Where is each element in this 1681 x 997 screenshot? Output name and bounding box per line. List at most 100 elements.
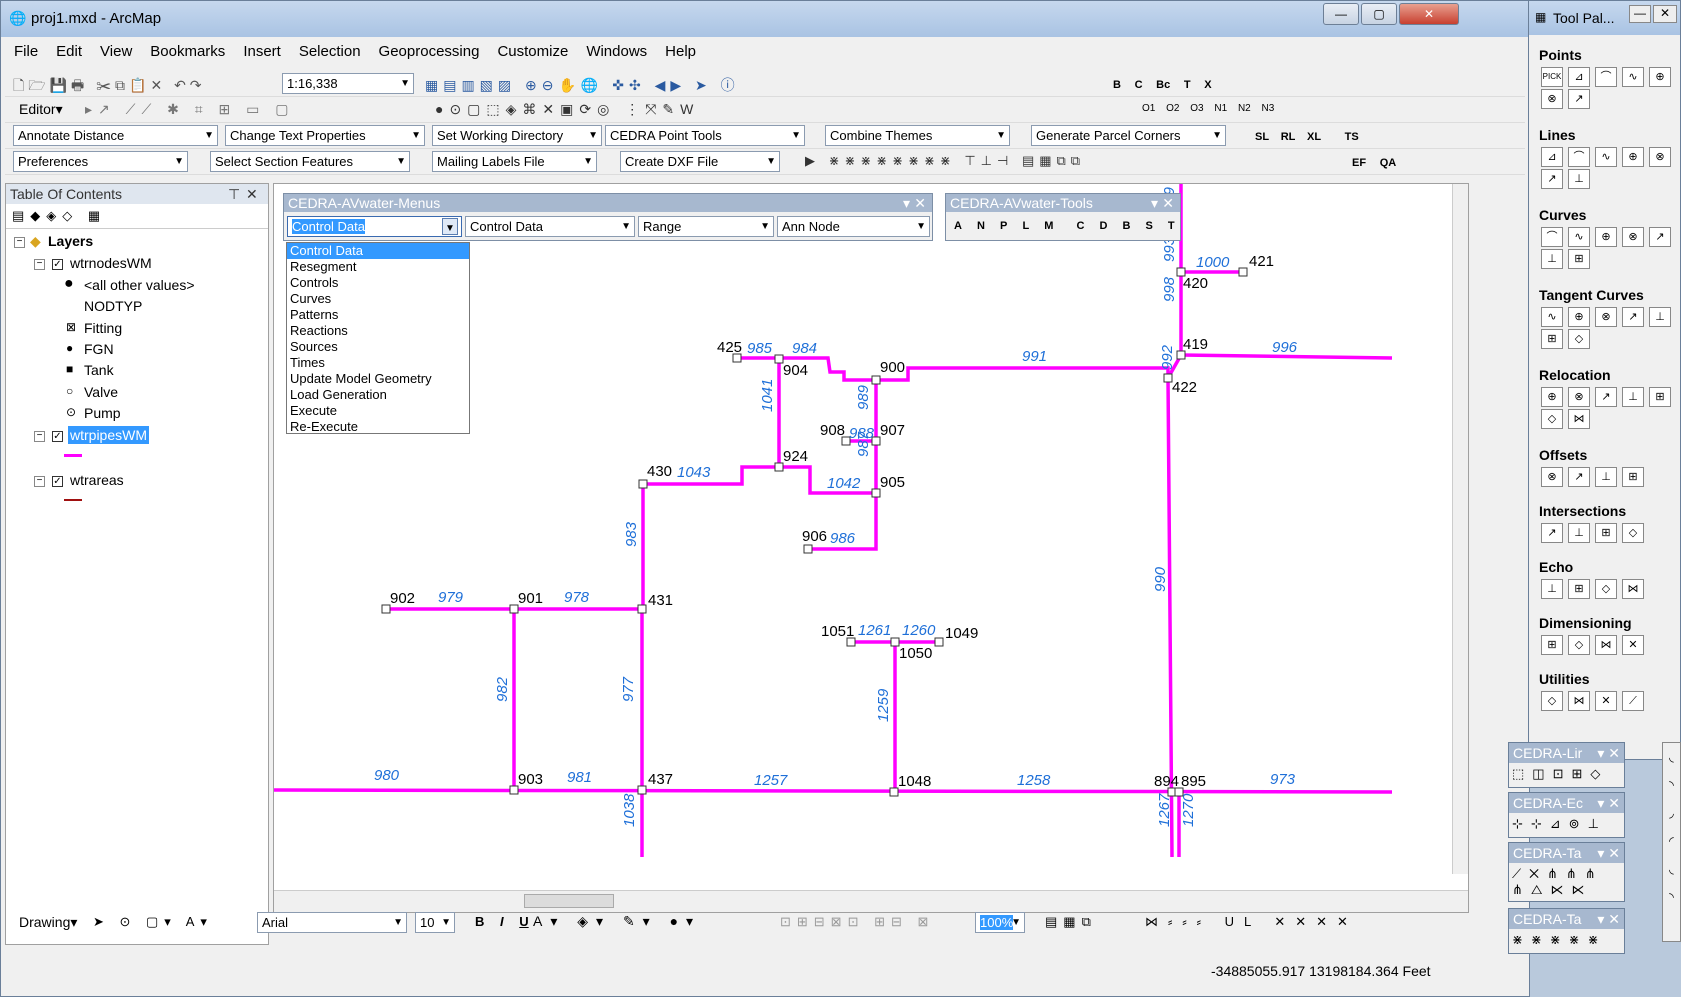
layer-wtrnodes[interactable]: wtrnodesWM (70, 255, 152, 271)
dropdown-option[interactable]: Curves (287, 291, 469, 307)
node-marker[interactable] (890, 637, 900, 647)
palette-tool-button[interactable]: ⊿ (1568, 67, 1590, 87)
palette-tool-button[interactable]: ⊕ (1595, 227, 1617, 247)
dropdown-option[interactable]: Patterns (287, 307, 469, 323)
wtrareas-checkbox[interactable]: ✓ (52, 476, 63, 487)
palette-tool-button[interactable]: ⊞ (1568, 249, 1590, 269)
zoom-combo[interactable]: 100% ▼ (975, 912, 1025, 933)
palette-tool-button[interactable]: ⋈ (1568, 691, 1590, 711)
node-marker[interactable] (871, 375, 881, 385)
tool-ts[interactable]: TS (1345, 131, 1359, 143)
node-marker[interactable] (638, 479, 648, 489)
palette-tool-button[interactable]: ◇ (1541, 691, 1563, 711)
node-marker[interactable] (803, 544, 813, 554)
menu-geoprocessing[interactable]: Geoprocessing (370, 41, 489, 63)
palette-tool-button[interactable]: ⊞ (1568, 579, 1590, 599)
palette-tool-button[interactable]: ⊥ (1541, 579, 1563, 599)
dropdown-option[interactable]: Times (287, 355, 469, 371)
create-dxf-file-combo[interactable]: Create DXF File ▼ (620, 151, 780, 172)
control-data-combo-active[interactable]: Control Data ▼ (287, 216, 462, 237)
dropdown-arrow-icon[interactable]: ▾ (903, 194, 910, 212)
layers-heading[interactable]: Layers (48, 233, 93, 249)
cedra-lines-tools[interactable]: ⬚◫⊡⊞◇ (1509, 763, 1624, 785)
palette-tool-button[interactable]: ⊥ (1568, 169, 1590, 189)
palette-tool-button[interactable]: ◇ (1568, 329, 1590, 349)
tool-b[interactable]: B (1113, 79, 1121, 91)
tool-bc[interactable]: Bc (1156, 79, 1170, 91)
tool-c[interactable]: C (1135, 79, 1143, 91)
preferences-combo[interactable]: Preferences ▼ (13, 151, 188, 172)
dropdown-option[interactable]: Sources (287, 339, 469, 355)
tool-ef[interactable]: EF (1352, 157, 1366, 169)
palette-tool-button[interactable]: ⊕ (1568, 307, 1590, 327)
dropdown-option[interactable]: Controls (287, 275, 469, 291)
palette-tool-button[interactable]: ↗ (1649, 227, 1671, 247)
vertical-scrollbar[interactable] (1452, 184, 1468, 874)
minimize-button[interactable]: — (1323, 3, 1359, 25)
dropdown-option[interactable]: Load Generation (287, 387, 469, 403)
tool-t[interactable]: T (1168, 220, 1175, 232)
code-n1[interactable]: N1 (1214, 103, 1227, 114)
close-button[interactable]: ✕ (1653, 5, 1677, 23)
node-marker[interactable] (637, 785, 647, 795)
cedra-tangent-tools-1[interactable]: ⟋✕⋔⋔⋔ ⋔△⋉⋉ (1509, 863, 1624, 901)
palette-tool-button[interactable]: ✕ (1595, 691, 1617, 711)
range-combo[interactable]: Range ▼ (638, 216, 774, 237)
palette-tool-button[interactable]: ◇ (1541, 409, 1563, 429)
menu-windows[interactable]: Windows (577, 41, 656, 63)
node-marker[interactable] (637, 604, 647, 614)
combine-themes-combo[interactable]: Combine Themes ▼ (825, 125, 1010, 146)
palette-tool-button[interactable]: ◇ (1568, 635, 1590, 655)
menu-bookmarks[interactable]: Bookmarks (141, 41, 234, 63)
palette-tool-button[interactable]: ⊞ (1622, 467, 1644, 487)
draw-tools-icons[interactable]: ➤ ⊙ ▢▾ A▾ (93, 914, 213, 930)
tool-qa[interactable]: QA (1380, 157, 1397, 169)
palette-tool-button[interactable]: ⊞ (1541, 635, 1563, 655)
menu-view[interactable]: View (91, 41, 141, 63)
italic-button[interactable]: I (500, 914, 504, 929)
expand-wtrnodes-toggle[interactable]: − (34, 259, 45, 270)
palette-tool-button[interactable]: ⊗ (1568, 387, 1590, 407)
node-marker[interactable] (774, 354, 784, 364)
file-tools-icon[interactable]: 🗋🗁💾🖶 ✂⧉📋✕ ↶↷ (13, 75, 206, 99)
scroll-thumb[interactable] (524, 894, 614, 908)
layer-wtrareas[interactable]: wtrareas (70, 472, 124, 488)
palette-tool-button[interactable]: ⊥ (1649, 307, 1671, 327)
palette-tool-button[interactable]: ◇ (1622, 523, 1644, 543)
palette-tool-button[interactable]: ↗ (1622, 307, 1644, 327)
palette-tool-button[interactable]: ⋈ (1595, 635, 1617, 655)
menu-edit[interactable]: Edit (47, 41, 91, 63)
tool-sl[interactable]: SL (1255, 131, 1269, 143)
layout-tools-icons[interactable]: ⊡⊞⊟⊠⊡ ⊞⊟ ⊠ (780, 914, 934, 930)
layer-wtrpipes[interactable]: wtrpipesWM (68, 426, 150, 444)
palette-tool-button[interactable]: ⊞ (1649, 387, 1671, 407)
ann-node-combo[interactable]: Ann Node ▼ (777, 216, 930, 237)
dropdown-option[interactable]: Re-Execute (287, 419, 469, 435)
bold-button[interactable]: B (475, 914, 484, 929)
map-nav-icons[interactable]: ▦▤▥▧▨ ⊕⊖✋🌐 ✜✣ ◀▶ ➤ ⓘ (425, 75, 740, 95)
tool-n[interactable]: N (977, 220, 985, 232)
palette-tool-button[interactable]: ⊕ (1541, 387, 1563, 407)
minimize-button[interactable]: — (1629, 5, 1651, 23)
tool-m[interactable]: M (1044, 220, 1053, 232)
view-tools-icons[interactable]: ▤▦⧉ (1045, 914, 1097, 930)
node-marker[interactable] (871, 488, 881, 498)
palette-tool-button[interactable]: ↗ (1541, 169, 1563, 189)
palette-tool-button[interactable]: ⊗ (1541, 467, 1563, 487)
select-section-features-combo[interactable]: Select Section Features ▼ (210, 151, 410, 172)
node-marker[interactable] (774, 462, 784, 472)
palette-tool-button[interactable]: ⊞ (1541, 329, 1563, 349)
maximize-button[interactable]: ▢ (1361, 3, 1397, 25)
palette-tool-button[interactable]: ⊗ (1541, 89, 1563, 109)
tool-t[interactable]: T (1184, 79, 1191, 91)
dropdown-option[interactable]: Update Model Geometry (287, 371, 469, 387)
palette-tool-button[interactable]: ∿ (1622, 67, 1644, 87)
palette-tool-button[interactable]: ⊕ (1649, 67, 1671, 87)
code-o2[interactable]: O2 (1166, 103, 1179, 114)
tool-c[interactable]: C (1076, 220, 1084, 232)
palette-tool-button[interactable]: ⊕ (1622, 147, 1644, 167)
underline-button[interactable]: U (519, 914, 528, 929)
palette-tool-button[interactable]: ⟋ (1622, 691, 1644, 711)
generate-parcel-corners-combo[interactable]: Generate Parcel Corners ▼ (1031, 125, 1226, 146)
palette-tool-button[interactable]: ↗ (1568, 467, 1590, 487)
